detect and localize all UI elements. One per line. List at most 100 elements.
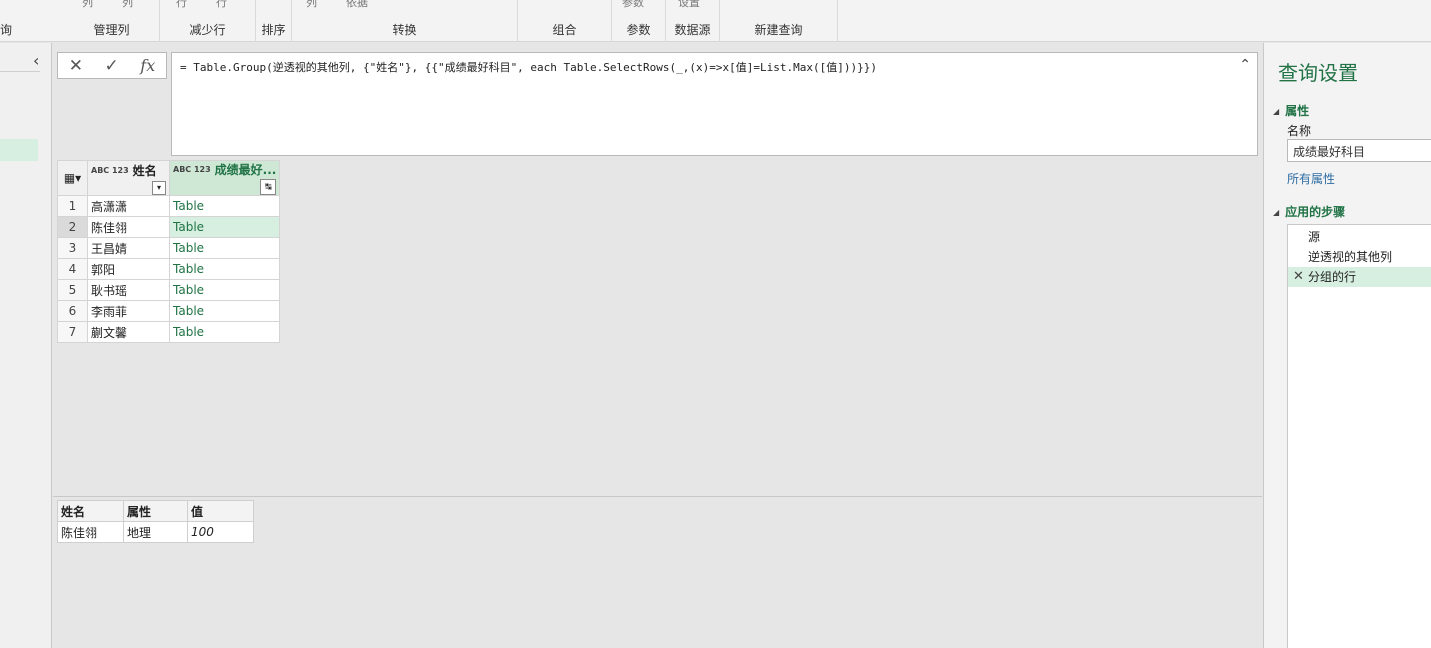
ribbon-group-label: 数据源 [674, 23, 711, 37]
query-settings-pane: 查询设置 ◢ 属性 名称 成绩最好科目 所有属性 ◢ 应用的步骤 源 逆透视的其他列… [1263, 43, 1431, 648]
row-number[interactable]: 2 [57, 216, 88, 238]
collapse-chevron-icon[interactable]: ‹ [33, 51, 39, 70]
preview-header: 属性 [123, 500, 188, 522]
ribbon-peek-param[interactable]: 参数 [622, 0, 644, 10]
cell-table-link[interactable]: Table [168, 300, 281, 322]
collapse-formula-icon[interactable]: ⌃ [1239, 57, 1251, 73]
ribbon-group-query: 询 [0, 0, 64, 42]
column-header-result[interactable]: ABC 123 成绩最好... ↹ [168, 160, 281, 196]
ribbon-peek-basis[interactable]: 依据 [346, 0, 368, 10]
cell-name[interactable]: 陈佳翎 [87, 216, 170, 238]
properties-section[interactable]: ◢ 属性 [1273, 102, 1309, 119]
query-name-input[interactable]: 成绩最好科目 [1287, 139, 1431, 162]
ribbon-group-label: 组合 [552, 23, 577, 37]
section-label: 应用的步骤 [1285, 205, 1346, 219]
ribbon-peek-col2[interactable]: 列 [122, 0, 133, 10]
cell-table-link[interactable]: Table [168, 321, 281, 343]
preview-header: 姓名 [57, 500, 124, 522]
ribbon-group-manage-columns[interactable]: 列 列 管理列 [64, 0, 160, 42]
row-number[interactable]: 1 [57, 195, 88, 217]
cell-name[interactable]: 蒯文馨 [87, 321, 170, 343]
formula-text[interactable]: = Table.Group(逆透视的其他列, {"姓名"}, {{"成绩最好科目… [180, 59, 877, 75]
table-row[interactable]: 1 高潇潇 Table [57, 195, 281, 217]
fx-icon[interactable]: fx [140, 56, 155, 75]
row-number[interactable]: 4 [57, 258, 88, 280]
step-label: 分组的行 [1308, 270, 1357, 284]
step-label: 源 [1308, 230, 1321, 244]
step-unpivot[interactable]: 逆透视的其他列 [1288, 247, 1431, 267]
row-number[interactable]: 6 [57, 300, 88, 322]
column-header-label: 成绩最好... [214, 163, 277, 177]
cell-table-link[interactable]: Table [168, 216, 281, 238]
confirm-icon[interactable]: ✓ [105, 56, 119, 76]
table-row[interactable]: 7 蒯文馨 Table [57, 321, 281, 343]
table-row[interactable]: 6 李雨菲 Table [57, 300, 281, 322]
preview-cell: 陈佳翎 [57, 521, 124, 543]
column-header-label: 姓名 [132, 163, 157, 178]
step-label: 逆透视的其他列 [1308, 250, 1393, 264]
section-label: 属性 [1285, 104, 1310, 118]
divider [0, 71, 40, 72]
cell-table-link[interactable]: Table [168, 279, 281, 301]
table-row[interactable]: 5 耿书瑶 Table [57, 279, 281, 301]
data-grid: ▦▾ ABC 123 姓名 ▾ ABC 123 成绩最好... ↹ 1 高潇潇 Tabl… [57, 160, 281, 343]
row-number[interactable]: 5 [57, 279, 88, 301]
type-any-icon[interactable]: ABC 123 [91, 166, 129, 174]
formula-buttons: ✕ ✓ fx [57, 52, 167, 79]
ribbon-peek-col3[interactable]: 列 [306, 0, 317, 10]
collapse-triangle-icon[interactable]: ◢ [1273, 107, 1279, 116]
cell-name[interactable]: 李雨菲 [87, 300, 170, 322]
formula-input[interactable]: = Table.Group(逆透视的其他列, {"姓名"}, {{"成绩最好科目… [171, 52, 1258, 156]
queries-pane-collapsed: ‹ [0, 43, 52, 648]
ribbon-group-combine[interactable]: 组合 [518, 0, 612, 42]
table-menu-icon[interactable]: ▦▾ [57, 160, 88, 196]
ribbon-group-reduce-rows[interactable]: 行 行 减少行 [160, 0, 256, 42]
ribbon-group-label: 新建查询 [754, 23, 803, 37]
ribbon-group-new-query[interactable]: 新建查询 [720, 0, 838, 42]
type-any-icon[interactable]: ABC 123 [173, 166, 211, 174]
applied-steps-section[interactable]: ◢ 应用的步骤 [1273, 203, 1345, 220]
cell-table-link[interactable]: Table [168, 237, 281, 259]
ribbon-group-parameters[interactable]: 参数 参数 [612, 0, 666, 42]
preview-cell: 100 [187, 521, 254, 543]
cancel-icon[interactable]: ✕ [69, 56, 83, 76]
ribbon-group-label: 排序 [261, 23, 286, 37]
collapse-triangle-icon[interactable]: ◢ [1273, 208, 1279, 217]
row-number[interactable]: 3 [57, 237, 88, 259]
ribbon: 询 列 列 管理列 行 行 减少行 排序 列 依据 转换 组合 参数 参数 设置… [0, 0, 1431, 42]
ribbon-group-sort[interactable]: 排序 [256, 0, 292, 42]
cell-table-link[interactable]: Table [168, 258, 281, 280]
cell-name[interactable]: 郭阳 [87, 258, 170, 280]
ribbon-group-transform[interactable]: 列 依据 转换 [292, 0, 518, 42]
table-row[interactable]: 3 王昌婧 Table [57, 237, 281, 259]
ribbon-peek-col1[interactable]: 列 [82, 0, 93, 10]
expand-column-icon[interactable]: ↹ [260, 179, 277, 195]
delete-step-icon[interactable]: ✕ [1293, 267, 1304, 287]
ribbon-group-data-source[interactable]: 设置 数据源 [666, 0, 720, 42]
cell-name[interactable]: 耿书瑶 [87, 279, 170, 301]
preview-cell: 地理 [123, 521, 188, 543]
cell-name[interactable]: 高潇潇 [87, 195, 170, 217]
preview-header: 值 [187, 500, 254, 522]
selected-query-indicator[interactable] [0, 139, 38, 161]
table-row[interactable]: 4 郭阳 Table [57, 258, 281, 280]
cell-table-link[interactable]: Table [168, 195, 281, 217]
ribbon-peek-row1[interactable]: 行 [176, 0, 187, 10]
ribbon-peek-settings[interactable]: 设置 [678, 0, 700, 10]
row-number[interactable]: 7 [57, 321, 88, 343]
all-properties-link[interactable]: 所有属性 [1287, 170, 1335, 187]
table-row[interactable]: 2 陈佳翎 Table [57, 216, 281, 238]
cell-name[interactable]: 王昌婧 [87, 237, 170, 259]
ribbon-group-label: 转换 [392, 23, 417, 37]
ribbon-group-label: 管理列 [93, 23, 130, 37]
ribbon-group-label: 询 [0, 23, 13, 37]
pane-title: 查询设置 [1278, 61, 1358, 85]
filter-dropdown-icon[interactable]: ▾ [152, 180, 166, 195]
ribbon-peek-row2[interactable]: 行 [216, 0, 227, 10]
ribbon-group-label: 减少行 [189, 23, 226, 37]
ribbon-group-label: 参数 [626, 23, 651, 37]
step-grouped-rows[interactable]: ✕ 分组的行 [1288, 267, 1431, 287]
step-source[interactable]: 源 [1288, 227, 1431, 247]
column-header-name[interactable]: ABC 123 姓名 ▾ [87, 160, 170, 196]
applied-steps-list: 源 逆透视的其他列 ✕ 分组的行 [1287, 224, 1431, 648]
